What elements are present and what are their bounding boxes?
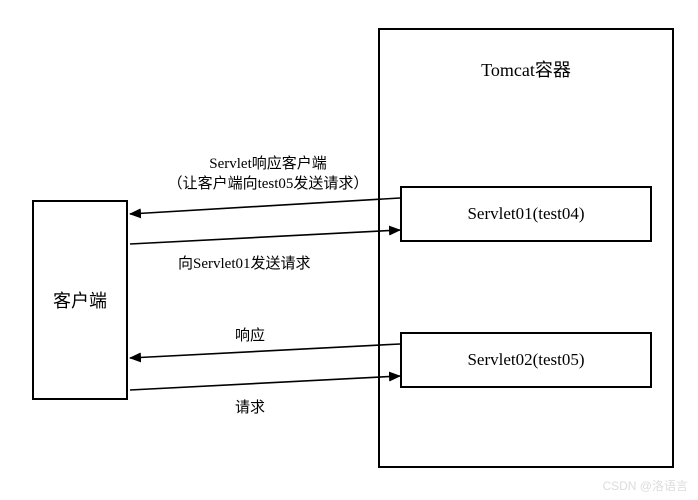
- tomcat-container-box: Tomcat容器: [378, 28, 674, 468]
- arrow-label-request-servlet01: 向Servlet01发送请求: [178, 252, 311, 273]
- servlet02-label: Servlet02(test05): [467, 350, 584, 370]
- watermark: CSDN @洛语言: [602, 477, 688, 494]
- servlet02-box: Servlet02(test05): [400, 332, 652, 388]
- client-box: 客户端: [32, 200, 128, 400]
- arrow-label-response-redirect: Servlet响应客户端 （让客户端向test05发送请求）: [148, 154, 388, 195]
- arrow-label-response-redirect-line1: Servlet响应客户端: [148, 154, 388, 174]
- arrow-label-response-redirect-line2: （让客户端向test05发送请求）: [148, 174, 388, 194]
- tomcat-container-label: Tomcat容器: [481, 56, 571, 82]
- arrow-label-request-servlet02: 请求: [235, 396, 265, 417]
- client-label: 客户端: [53, 287, 107, 313]
- arrow-label-response-servlet02: 响应: [235, 324, 265, 345]
- servlet01-label: Servlet01(test04): [467, 204, 584, 224]
- servlet01-box: Servlet01(test04): [400, 186, 652, 242]
